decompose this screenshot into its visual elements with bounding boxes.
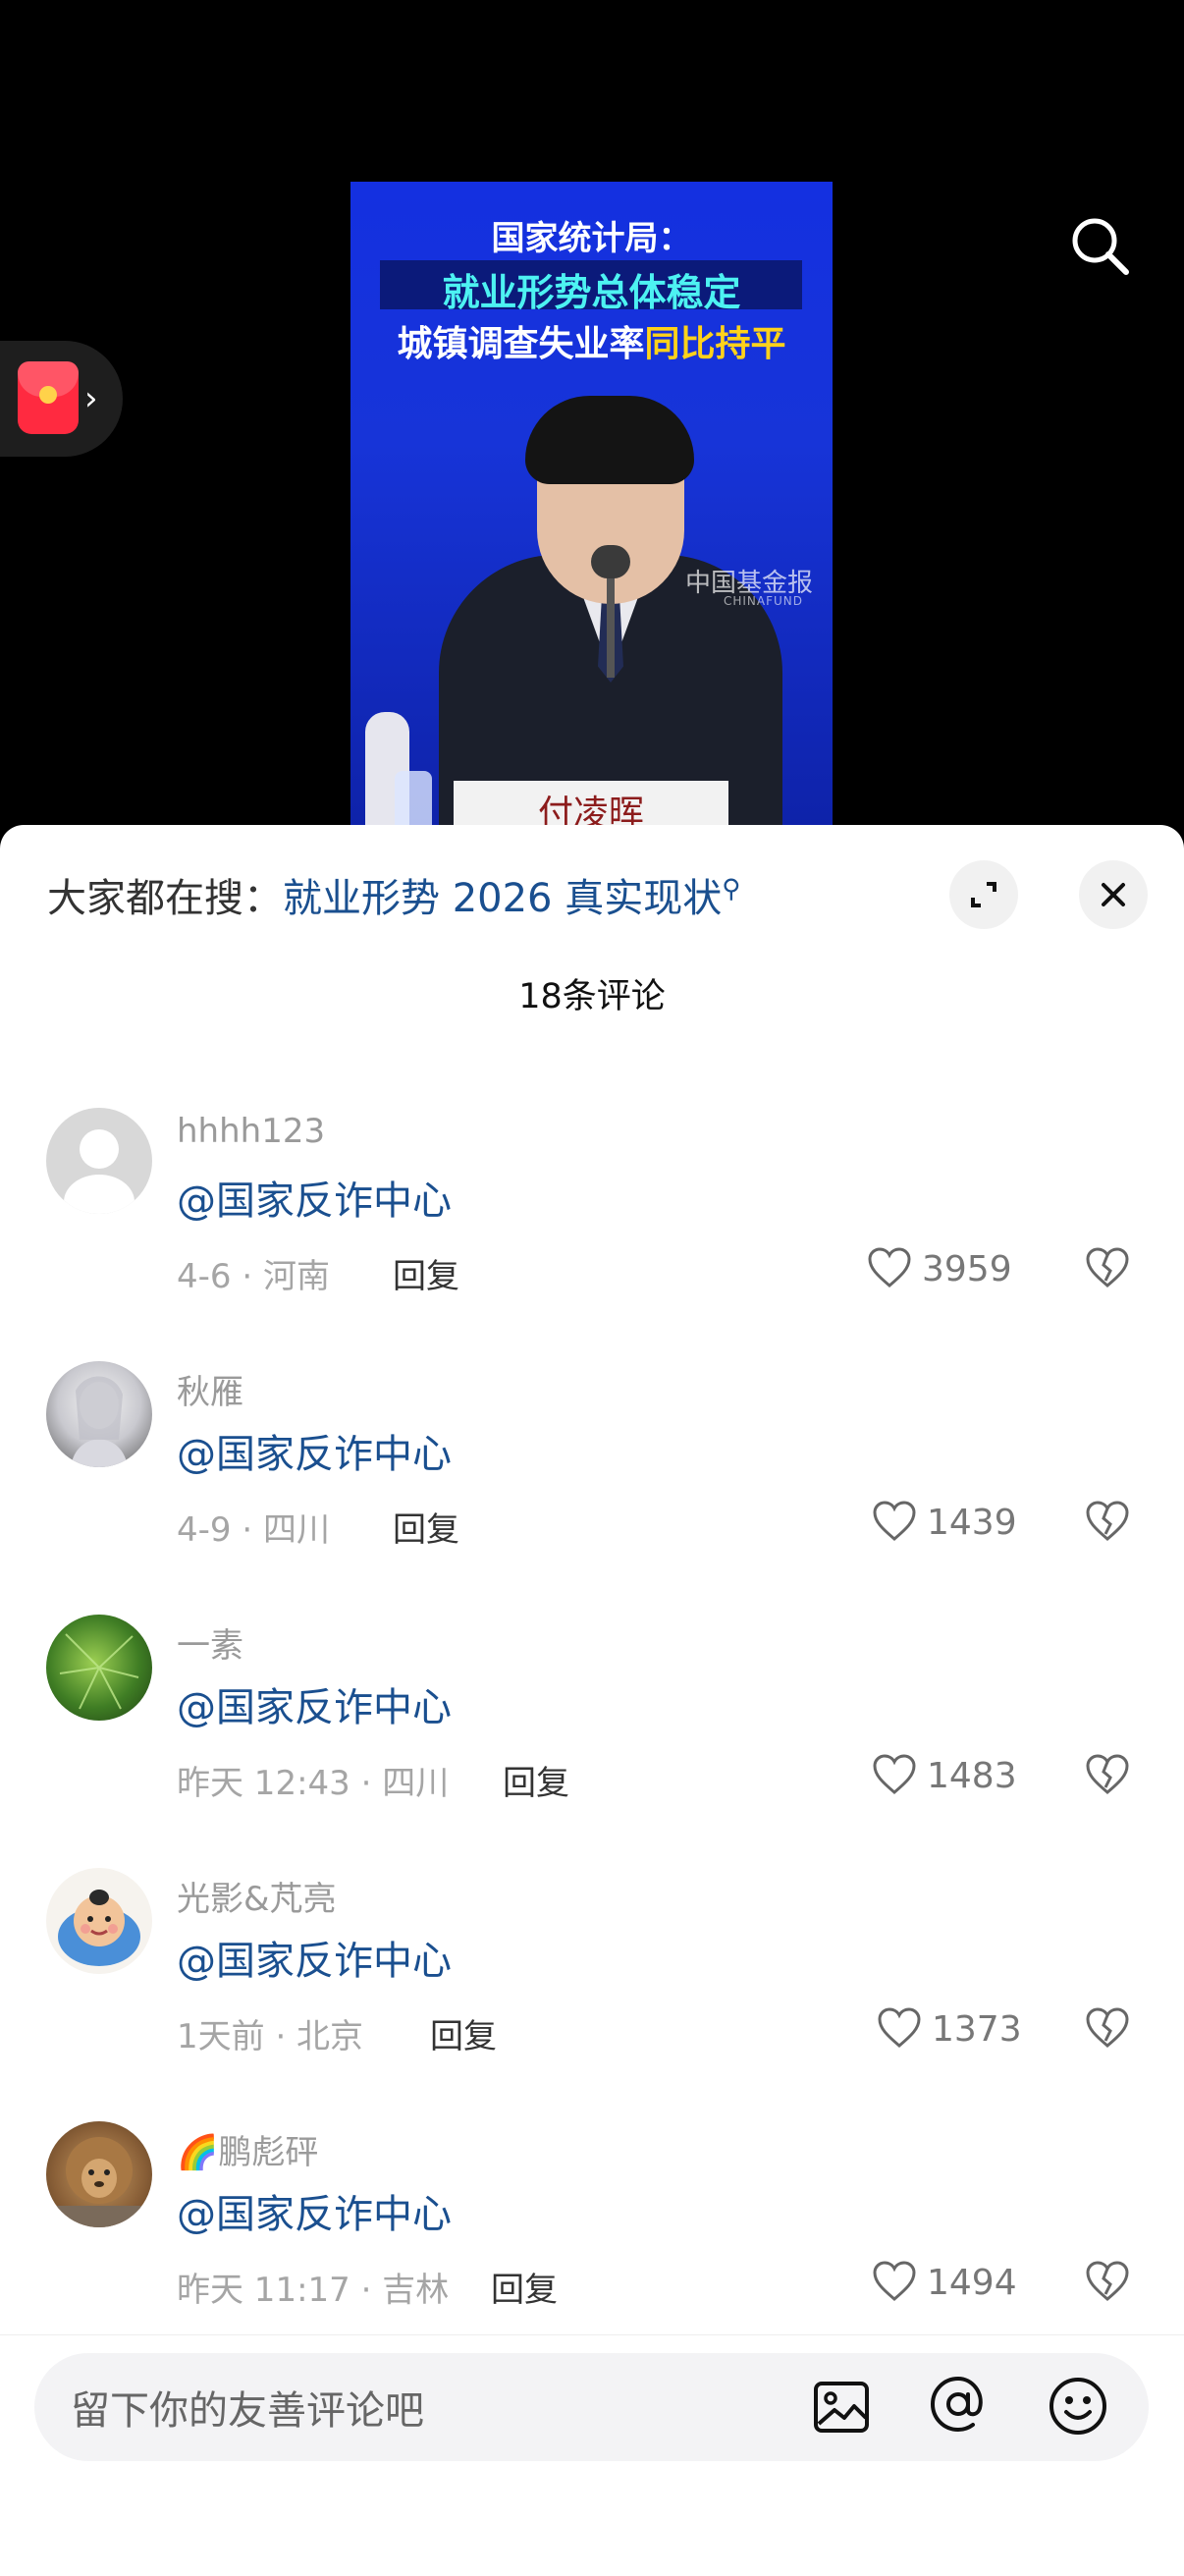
avatar[interactable] bbox=[46, 2121, 152, 2227]
close-button[interactable] bbox=[1079, 860, 1148, 929]
avatar[interactable] bbox=[46, 1615, 152, 1721]
reply-button[interactable]: 回复 bbox=[393, 1503, 459, 1551]
comment-username[interactable]: hhhh123 bbox=[177, 1112, 325, 1151]
reply-button[interactable]: 回复 bbox=[503, 1756, 569, 1804]
comment-username[interactable]: 光影&芃亮 bbox=[177, 1872, 337, 1920]
like-count: 3959 bbox=[922, 1249, 1012, 1289]
dislike-button[interactable] bbox=[1085, 1501, 1134, 1550]
comment-input-placeholder[interactable]: 留下你的友善评论吧 bbox=[71, 2379, 424, 2436]
comment-item: 光影&芃亮 @国家反诈中心 1天前 · 北京 回复 1373 bbox=[0, 1868, 1184, 2121]
broken-heart-icon bbox=[1086, 1501, 1129, 1541]
comment-username[interactable]: 🌈鹏彪砰 bbox=[177, 2125, 318, 2173]
comment-meta: 4-6 · 河南 bbox=[177, 1257, 330, 1296]
like-count: 1439 bbox=[927, 1503, 1017, 1543]
emoji-icon[interactable] bbox=[1047, 2375, 1109, 2438]
comment-meta: 昨天 12:43 · 四川 bbox=[177, 1764, 450, 1803]
like-count: 1483 bbox=[927, 1756, 1017, 1796]
heart-icon bbox=[878, 2007, 921, 2048]
broken-heart-icon bbox=[1086, 2261, 1129, 2301]
comment-text[interactable]: @国家反诈中心 bbox=[177, 1422, 452, 1479]
red-packet-seal bbox=[39, 386, 57, 404]
dislike-button[interactable] bbox=[1085, 2007, 1134, 2056]
comment-meta: 1天前 · 北京 bbox=[177, 2017, 364, 2056]
microphone-icon bbox=[591, 545, 630, 578]
search-small-icon: ⚲ bbox=[722, 874, 741, 904]
reply-button[interactable]: 回复 bbox=[393, 1249, 459, 1297]
video-headline-2: 就业形势总体稳定 bbox=[442, 271, 741, 314]
hot-search-bar[interactable]: 大家都在搜：就业形势 2026 真实现状⚲ bbox=[47, 866, 740, 923]
avatar[interactable] bbox=[46, 1361, 152, 1467]
search-icon[interactable] bbox=[1065, 211, 1134, 280]
reply-button[interactable]: 回复 bbox=[491, 2263, 558, 2311]
comment-text[interactable]: @国家反诈中心 bbox=[177, 1929, 452, 1986]
video-frame[interactable]: 付凌晖 国家统计局： 就业形势总体稳定 城镇调查失业率同比持平 中国基金报 CH… bbox=[350, 182, 833, 835]
heart-icon bbox=[873, 2261, 916, 2301]
expand-icon bbox=[971, 882, 996, 907]
avatar[interactable] bbox=[46, 1108, 152, 1214]
hot-search-label: 大家都在搜： bbox=[47, 876, 283, 921]
broken-heart-icon bbox=[1086, 1754, 1129, 1794]
comment-item: 一素 @国家反诈中心 昨天 12:43 · 四川 回复 1483 bbox=[0, 1615, 1184, 1868]
dislike-button[interactable] bbox=[1085, 2261, 1134, 2310]
broken-heart-icon bbox=[1086, 1247, 1129, 1288]
comment-text[interactable]: @国家反诈中心 bbox=[177, 2182, 452, 2239]
comment-text[interactable]: @国家反诈中心 bbox=[177, 1169, 452, 1226]
avatar[interactable] bbox=[46, 1868, 152, 1974]
comment-username[interactable]: 秋雁 bbox=[177, 1365, 243, 1413]
comment-item: hhhh123 @国家反诈中心 4-6 · 河南 回复 3959 bbox=[0, 1108, 1184, 1361]
comment-text[interactable]: @国家反诈中心 bbox=[177, 1675, 452, 1732]
speaker-hair bbox=[525, 396, 694, 484]
comment-meta: 昨天 11:17 · 吉林 bbox=[177, 2271, 450, 2310]
comment-item: 秋雁 @国家反诈中心 4-9 · 四川 回复 1439 bbox=[0, 1361, 1184, 1615]
image-icon[interactable] bbox=[811, 2377, 872, 2438]
comment-count: 18条评论 bbox=[518, 977, 666, 1016]
chevron-right-icon: › bbox=[84, 379, 98, 418]
comment-username[interactable]: 一素 bbox=[177, 1618, 243, 1667]
video-headline-1: 国家统计局： bbox=[491, 219, 692, 258]
dislike-button[interactable] bbox=[1085, 1247, 1134, 1296]
hot-search-keyword[interactable]: 就业形势 2026 真实现状 bbox=[283, 876, 722, 921]
heart-icon bbox=[873, 1501, 916, 1541]
expand-button[interactable] bbox=[949, 860, 1018, 929]
headline-3-prefix: 城镇调查失业率 bbox=[397, 324, 645, 364]
mention-icon[interactable] bbox=[927, 2373, 990, 2436]
heart-icon bbox=[868, 1247, 911, 1288]
like-count: 1373 bbox=[932, 2009, 1022, 2050]
comment-meta: 4-9 · 四川 bbox=[177, 1510, 330, 1550]
reply-button[interactable]: 回复 bbox=[430, 2009, 497, 2057]
headline-3-highlight: 同比持平 bbox=[644, 324, 786, 364]
video-headline-3: 城镇调查失业率同比持平 bbox=[350, 315, 833, 366]
dislike-button[interactable] bbox=[1085, 1754, 1134, 1803]
watermark-sub: CHINAFUND bbox=[723, 594, 803, 608]
like-count: 1494 bbox=[927, 2263, 1017, 2303]
heart-icon bbox=[873, 1754, 916, 1794]
close-icon bbox=[1102, 883, 1125, 906]
broken-heart-icon bbox=[1086, 2007, 1129, 2048]
